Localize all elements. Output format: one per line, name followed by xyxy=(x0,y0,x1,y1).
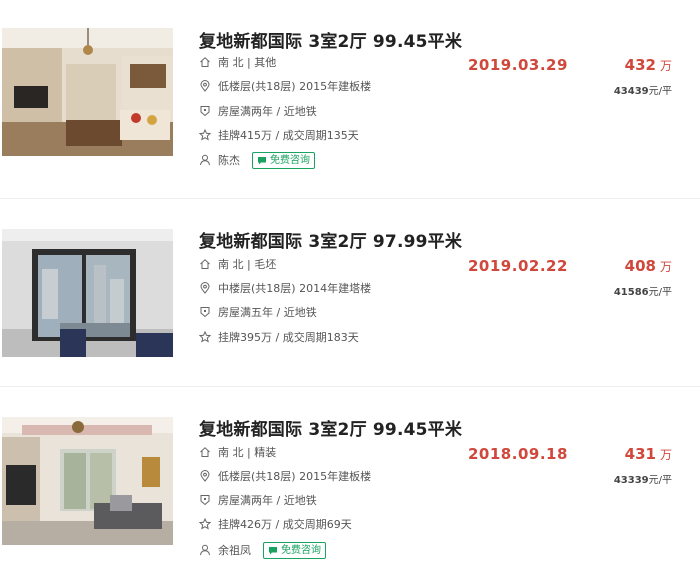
unit-price: 43439元/平 xyxy=(614,82,672,97)
tags-text: 房屋满两年 / 近地铁 xyxy=(218,494,317,507)
orientation-row: 南 北 | 其他 xyxy=(199,53,276,71)
free-consult-button[interactable]: 免费咨询 xyxy=(263,541,326,559)
listing-photo[interactable] xyxy=(2,417,173,545)
shield-icon xyxy=(199,105,211,117)
free-consult-button[interactable]: 免费咨询 xyxy=(252,151,315,169)
deal-date: 2019.02.22 xyxy=(468,257,568,275)
listing-item: 复地新都国际 3室2厅 99.45平米 南 北 | 精装 低楼层(共18层) 2… xyxy=(0,388,700,568)
orientation-row: 南 北 | 精装 xyxy=(199,443,276,461)
star-icon xyxy=(199,331,211,343)
person-icon xyxy=(199,544,211,556)
unit-price-value: 43339 xyxy=(613,475,649,486)
unit-price-suffix: 元/平 xyxy=(648,475,672,486)
person-icon xyxy=(199,154,211,166)
star-icon xyxy=(199,129,211,141)
listing-title[interactable]: 复地新都国际 3室2厅 97.99平米 xyxy=(199,227,462,252)
agent-row: 余祖凤 免费咨询 xyxy=(199,541,326,559)
listing-info-text: 挂牌395万 / 成交周期183天 xyxy=(218,331,359,344)
listing-info-row: 挂牌395万 / 成交周期183天 xyxy=(199,328,359,346)
chat-bubble-icon xyxy=(257,156,267,165)
listing-info-text: 挂牌415万 / 成交周期135天 xyxy=(218,129,359,142)
chat-bubble-icon xyxy=(268,546,278,555)
orientation-text: 南 北 | 精装 xyxy=(218,446,277,459)
floor-text: 低楼层(共18层) 2015年建板楼 xyxy=(218,80,372,93)
location-pin-icon xyxy=(199,80,211,92)
tags-text: 房屋满五年 / 近地铁 xyxy=(218,306,317,319)
agent-name: 余祖凤 xyxy=(218,544,251,557)
floor-row: 中楼层(共18层) 2014年建塔楼 xyxy=(199,279,371,297)
tags-text: 房屋满两年 / 近地铁 xyxy=(218,105,317,118)
tags-row: 房屋满五年 / 近地铁 xyxy=(199,303,317,321)
agent-name: 陈杰 xyxy=(218,154,240,167)
price-unit: 万 xyxy=(659,260,672,274)
listing-item: 复地新都国际 3室2厅 99.45平米 南 北 | 其他 低楼层(共18层) 2… xyxy=(0,0,700,190)
price-unit: 万 xyxy=(659,448,672,462)
location-pin-icon xyxy=(199,282,211,294)
total-price-value: 431 xyxy=(624,445,656,463)
orientation-text: 南 北 | 毛坯 xyxy=(218,258,277,271)
unit-price-value: 43439 xyxy=(613,86,649,97)
unit-price-suffix: 元/平 xyxy=(648,86,672,97)
location-pin-icon xyxy=(199,470,211,482)
listing-info-row: 挂牌426万 / 成交周期69天 xyxy=(199,515,352,533)
listing-item: 复地新都国际 3室2厅 97.99平米 南 北 | 毛坯 中楼层(共18层) 2… xyxy=(0,200,700,380)
house-icon xyxy=(199,56,211,68)
divider xyxy=(0,198,700,199)
total-price: 408 万 xyxy=(625,257,672,275)
divider xyxy=(0,386,700,387)
tags-row: 房屋满两年 / 近地铁 xyxy=(199,102,317,120)
total-price: 432 万 xyxy=(625,56,672,74)
shield-icon xyxy=(199,494,211,506)
tags-row: 房屋满两年 / 近地铁 xyxy=(199,491,317,509)
consult-label: 免费咨询 xyxy=(270,154,310,166)
unit-price-suffix: 元/平 xyxy=(648,287,672,298)
floor-row: 低楼层(共18层) 2015年建板楼 xyxy=(199,77,371,95)
total-price-value: 432 xyxy=(624,56,656,74)
floor-text: 中楼层(共18层) 2014年建塔楼 xyxy=(218,282,372,295)
deal-date: 2019.03.29 xyxy=(468,56,568,74)
star-icon xyxy=(199,518,211,530)
listing-title[interactable]: 复地新都国际 3室2厅 99.45平米 xyxy=(199,415,462,440)
consult-label: 免费咨询 xyxy=(281,544,321,556)
unit-price: 43339元/平 xyxy=(614,471,672,486)
floor-text: 低楼层(共18层) 2015年建板楼 xyxy=(218,470,372,483)
listing-info-row: 挂牌415万 / 成交周期135天 xyxy=(199,126,359,144)
total-price-value: 408 xyxy=(624,257,656,275)
orientation-row: 南 北 | 毛坯 xyxy=(199,255,276,273)
shield-icon xyxy=(199,306,211,318)
unit-price: 41586元/平 xyxy=(614,283,672,298)
total-price: 431 万 xyxy=(625,445,672,463)
unit-price-value: 41586 xyxy=(613,287,649,298)
deal-date: 2018.09.18 xyxy=(468,445,568,463)
house-icon xyxy=(199,258,211,270)
price-unit: 万 xyxy=(659,59,672,73)
house-icon xyxy=(199,446,211,458)
floor-row: 低楼层(共18层) 2015年建板楼 xyxy=(199,467,371,485)
orientation-text: 南 北 | 其他 xyxy=(218,56,277,69)
listing-title[interactable]: 复地新都国际 3室2厅 99.45平米 xyxy=(199,27,462,52)
listing-photo[interactable] xyxy=(2,229,173,357)
listing-info-text: 挂牌426万 / 成交周期69天 xyxy=(218,518,352,531)
agent-row: 陈杰 免费咨询 xyxy=(199,151,315,169)
listing-photo[interactable] xyxy=(2,28,173,156)
